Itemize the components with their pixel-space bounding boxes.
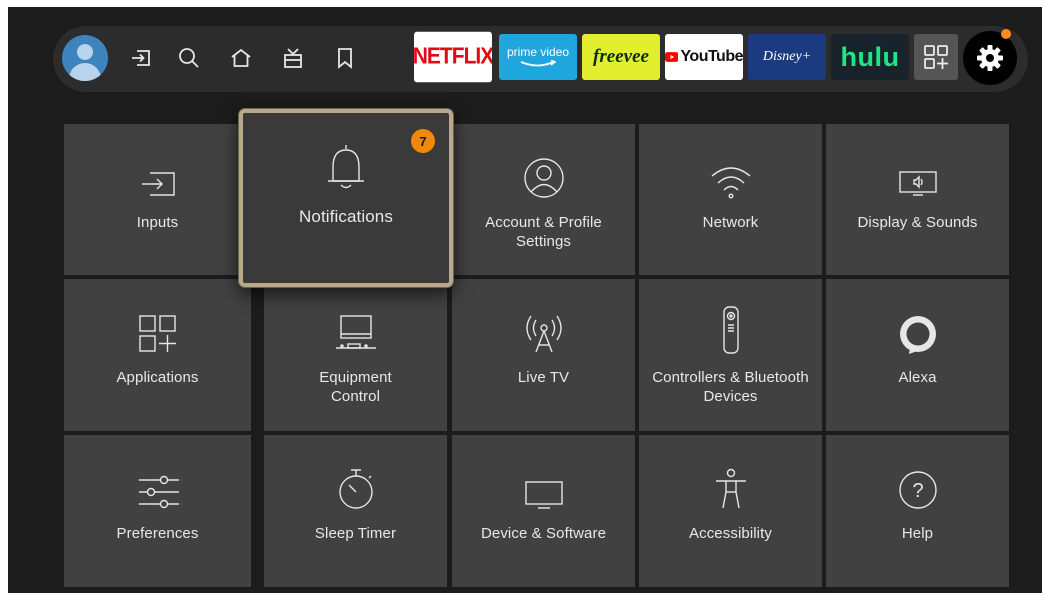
app-grid-icon: [924, 45, 948, 69]
youtube-logo: YouTube: [680, 48, 743, 65]
disney-plus-logo: Disney+: [762, 49, 812, 64]
display-sound-icon: [898, 171, 937, 196]
tile-equipment-control[interactable]: Equipment Control: [264, 279, 447, 431]
accessibility-icon: [715, 468, 746, 509]
bell-icon: [328, 145, 364, 189]
live-tv-icon[interactable]: [279, 44, 307, 72]
inputs-icon: [141, 172, 175, 196]
freevee-logo: freevee: [593, 46, 649, 67]
stopwatch-icon: [338, 469, 373, 509]
settings-button[interactable]: [963, 31, 1017, 85]
tile-sleep-timer[interactable]: Sleep Timer: [264, 435, 447, 587]
prime-video-app-tile[interactable]: prime video: [499, 34, 577, 80]
tile-label: Network: [702, 214, 759, 231]
search-icon[interactable]: [175, 44, 203, 72]
tile-alexa[interactable]: Alexa: [826, 279, 1009, 431]
tile-label: Notifications: [299, 207, 393, 226]
watchlist-bookmark-icon[interactable]: [331, 44, 359, 72]
account-icon: [523, 158, 564, 198]
hulu-logo: hulu: [840, 41, 900, 72]
tile-label: Applications: [116, 369, 199, 386]
hulu-app-tile[interactable]: hulu: [831, 34, 909, 80]
tile-label: Help: [901, 525, 934, 542]
tile-label: Alexa: [898, 369, 937, 386]
gear-icon: [977, 45, 1003, 71]
tile-label: Live TV: [517, 369, 570, 386]
applications-icon: [138, 315, 176, 352]
tile-label: Accessibility: [689, 525, 772, 542]
tile-live-tv[interactable]: Live TV: [452, 279, 635, 431]
tile-controllers-bluetooth[interactable]: Controllers & Bluetooth Devices: [639, 279, 822, 431]
tile-help[interactable]: ? Help: [826, 435, 1009, 587]
freevee-app-tile[interactable]: freevee: [582, 34, 660, 80]
tile-preferences[interactable]: Preferences: [64, 435, 251, 587]
tile-device-software[interactable]: Device & Software: [452, 435, 635, 587]
prime-video-logo: prime video: [506, 45, 570, 59]
inputs-nav-icon[interactable]: [127, 44, 155, 72]
help-icon: ?: [898, 471, 937, 509]
equipment-icon: [335, 315, 376, 349]
top-nav-bar: NETFLIX prime video freevee YouTube Disn…: [53, 26, 1028, 92]
settings-notification-dot: [1001, 29, 1011, 39]
tile-label: Controllers & Bluetooth Devices: [652, 369, 809, 405]
app-library-button[interactable]: [914, 34, 958, 80]
tile-notifications[interactable]: Notifications 7: [239, 109, 453, 287]
tv-icon: [524, 481, 563, 509]
netflix-logo: NETFLIX: [414, 43, 492, 70]
home-icon[interactable]: [227, 44, 255, 72]
tile-label: Inputs: [136, 214, 179, 231]
tile-network[interactable]: Network: [639, 124, 822, 275]
tile-accessibility[interactable]: Accessibility: [639, 435, 822, 587]
notification-count-badge: 7: [411, 129, 435, 153]
sliders-icon: [138, 475, 179, 509]
tile-label: Device & Software: [480, 525, 607, 542]
tile-label: Display & Sounds: [857, 214, 978, 231]
tile-label: Sleep Timer: [314, 525, 397, 542]
remote-icon: [722, 306, 739, 354]
tile-applications[interactable]: Applications: [64, 279, 251, 431]
tile-label: Account & Profile Settings: [485, 214, 602, 250]
svg-text:?: ?: [912, 480, 923, 502]
settings-screen: NETFLIX prime video freevee YouTube Disn…: [8, 7, 1042, 593]
tile-account-profile[interactable]: Account & Profile Settings: [452, 124, 635, 275]
tile-label: Preferences: [116, 525, 199, 542]
youtube-play-icon: [665, 52, 679, 62]
antenna-icon: [525, 315, 562, 353]
wifi-icon: [711, 167, 750, 199]
disney-plus-app-tile[interactable]: Disney+: [748, 34, 826, 80]
tile-inputs[interactable]: Inputs: [64, 124, 251, 275]
tile-display-sounds[interactable]: Display & Sounds: [826, 124, 1009, 275]
profile-avatar[interactable]: [62, 35, 108, 81]
netflix-app-tile[interactable]: NETFLIX: [414, 31, 492, 83]
alexa-icon: [899, 316, 936, 354]
tile-label: Equipment Control: [319, 369, 392, 405]
youtube-app-tile[interactable]: YouTube: [665, 34, 743, 80]
